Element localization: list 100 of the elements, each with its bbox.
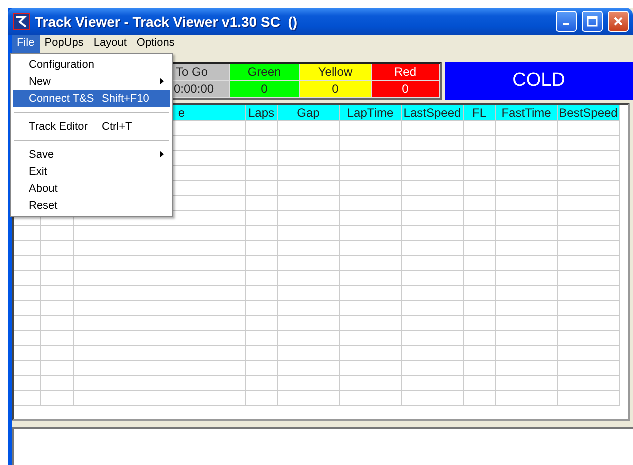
menu-item[interactable]: Layout bbox=[88, 35, 132, 53]
table-cell bbox=[496, 346, 558, 361]
column-header[interactable]: FastTime bbox=[496, 105, 558, 121]
table-cell bbox=[340, 361, 402, 376]
menu-entry[interactable]: About bbox=[13, 180, 170, 197]
flag-count: 0 bbox=[230, 81, 300, 98]
table-cell bbox=[402, 301, 464, 316]
table-cell bbox=[340, 346, 402, 361]
table-cell bbox=[402, 346, 464, 361]
table-cell bbox=[496, 361, 558, 376]
column-header[interactable]: LapTime bbox=[340, 105, 402, 121]
table-cell bbox=[246, 316, 278, 331]
column-header[interactable]: LastSpeed bbox=[402, 105, 464, 121]
table-cell bbox=[246, 241, 278, 256]
table-cell bbox=[246, 361, 278, 376]
table-cell bbox=[402, 286, 464, 301]
column-header[interactable]: FL bbox=[464, 105, 496, 121]
menu-entry[interactable]: Reset bbox=[13, 197, 170, 214]
table-cell bbox=[558, 346, 620, 361]
table-cell bbox=[246, 166, 278, 181]
table-cell bbox=[14, 286, 41, 301]
menu-entry[interactable]: Connect T&S Shift+F10 bbox=[13, 90, 170, 107]
table-cell bbox=[496, 181, 558, 196]
table-cell bbox=[41, 286, 74, 301]
table-cell bbox=[402, 166, 464, 181]
table-cell bbox=[278, 346, 340, 361]
table-cell bbox=[402, 121, 464, 136]
menu-entry[interactable]: Exit bbox=[13, 163, 170, 180]
table-cell bbox=[340, 151, 402, 166]
table-cell bbox=[340, 226, 402, 241]
table-cell bbox=[464, 136, 496, 151]
table-cell bbox=[496, 286, 558, 301]
menu-entry[interactable]: Save bbox=[13, 146, 170, 163]
maximize-icon bbox=[587, 16, 598, 27]
menu-entry[interactable]: Track Editor Ctrl+T bbox=[13, 118, 170, 135]
flag-label: Red bbox=[372, 64, 440, 81]
table-cell bbox=[278, 136, 340, 151]
table-cell bbox=[41, 301, 74, 316]
flag-count: 0 bbox=[300, 81, 372, 98]
column-header[interactable]: Gap bbox=[278, 105, 340, 121]
table-cell bbox=[340, 181, 402, 196]
table-cell bbox=[496, 301, 558, 316]
table-cell bbox=[496, 391, 558, 406]
column-header[interactable]: Laps bbox=[246, 105, 278, 121]
maximize-button[interactable] bbox=[582, 11, 603, 32]
table-cell bbox=[246, 286, 278, 301]
table-cell bbox=[402, 211, 464, 226]
menu-item[interactable]: PopUps bbox=[40, 35, 89, 53]
flag-count: 0 bbox=[372, 81, 440, 98]
menu-item[interactable]: File bbox=[12, 35, 40, 53]
table-cell bbox=[464, 241, 496, 256]
table-cell bbox=[14, 361, 41, 376]
table-cell bbox=[558, 211, 620, 226]
table-cell bbox=[402, 241, 464, 256]
table-cell bbox=[558, 136, 620, 151]
table-cell bbox=[340, 241, 402, 256]
table-cell bbox=[14, 346, 41, 361]
table-cell bbox=[340, 196, 402, 211]
table-cell bbox=[340, 166, 402, 181]
table-cell bbox=[558, 151, 620, 166]
table-cell bbox=[464, 226, 496, 241]
table-cell bbox=[14, 301, 41, 316]
table-cell bbox=[464, 376, 496, 391]
table-cell bbox=[402, 376, 464, 391]
table-cell bbox=[558, 361, 620, 376]
app-icon bbox=[13, 13, 30, 30]
table-cell bbox=[41, 226, 74, 241]
table-cell bbox=[464, 151, 496, 166]
table-cell bbox=[278, 256, 340, 271]
table-cell bbox=[14, 226, 41, 241]
table-cell bbox=[558, 226, 620, 241]
table-cell bbox=[340, 376, 402, 391]
table-cell bbox=[246, 301, 278, 316]
table-cell bbox=[278, 301, 340, 316]
table-cell bbox=[402, 361, 464, 376]
menu-item[interactable]: Options bbox=[132, 35, 180, 53]
table-cell bbox=[278, 391, 340, 406]
table-cell bbox=[340, 121, 402, 136]
close-button[interactable] bbox=[608, 11, 629, 32]
column-header[interactable]: BestSpeed bbox=[558, 105, 620, 121]
table-cell bbox=[278, 211, 340, 226]
table-cell bbox=[14, 376, 41, 391]
table-cell bbox=[496, 196, 558, 211]
table-cell bbox=[246, 181, 278, 196]
table-cell bbox=[340, 136, 402, 151]
table-cell bbox=[464, 316, 496, 331]
table-cell bbox=[464, 121, 496, 136]
table-cell bbox=[402, 256, 464, 271]
table-cell bbox=[246, 271, 278, 286]
table-cell bbox=[340, 301, 402, 316]
submenu-arrow-icon bbox=[160, 151, 164, 158]
table-cell bbox=[278, 331, 340, 346]
table-cell bbox=[246, 151, 278, 166]
minimize-button[interactable] bbox=[556, 11, 577, 32]
table-cell bbox=[246, 196, 278, 211]
table-cell bbox=[464, 196, 496, 211]
table-cell bbox=[496, 331, 558, 346]
window-title: Track Viewer - Track Viewer v1.30 SC () bbox=[35, 14, 299, 30]
table-cell bbox=[278, 361, 340, 376]
table-cell bbox=[340, 316, 402, 331]
